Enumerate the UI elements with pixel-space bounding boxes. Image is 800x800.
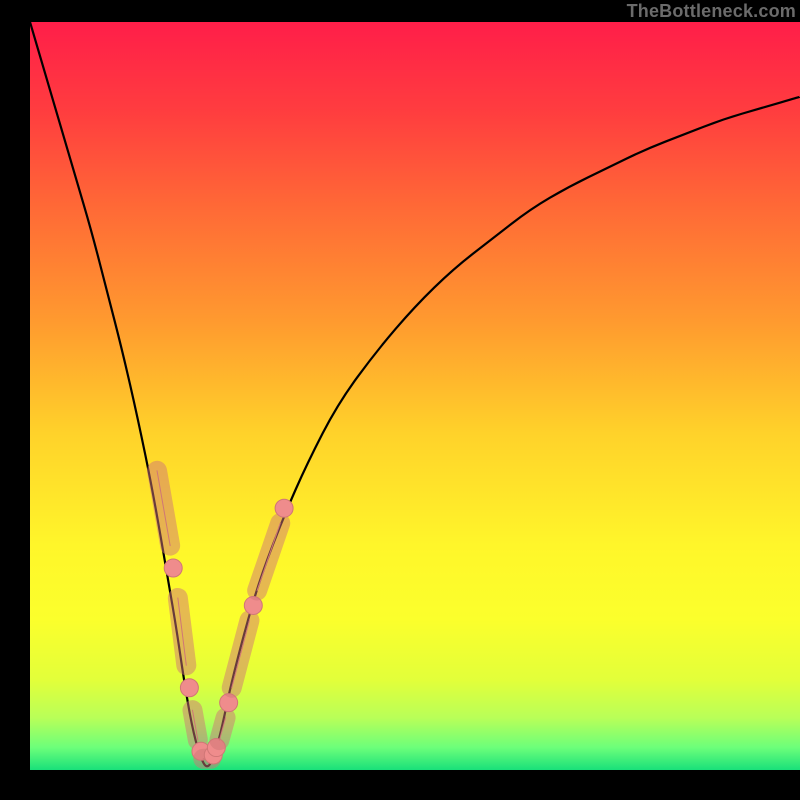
chart-frame: TheBottleneck.com	[30, 0, 800, 770]
chart-plot-area	[30, 22, 800, 770]
curve-markers	[157, 471, 293, 764]
bottleneck-curve	[30, 22, 800, 766]
curve-marker-dot	[180, 679, 198, 697]
watermark-text: TheBottleneck.com	[627, 0, 796, 22]
curve-marker-dot	[164, 559, 182, 577]
curve-marker-dot	[275, 499, 293, 517]
